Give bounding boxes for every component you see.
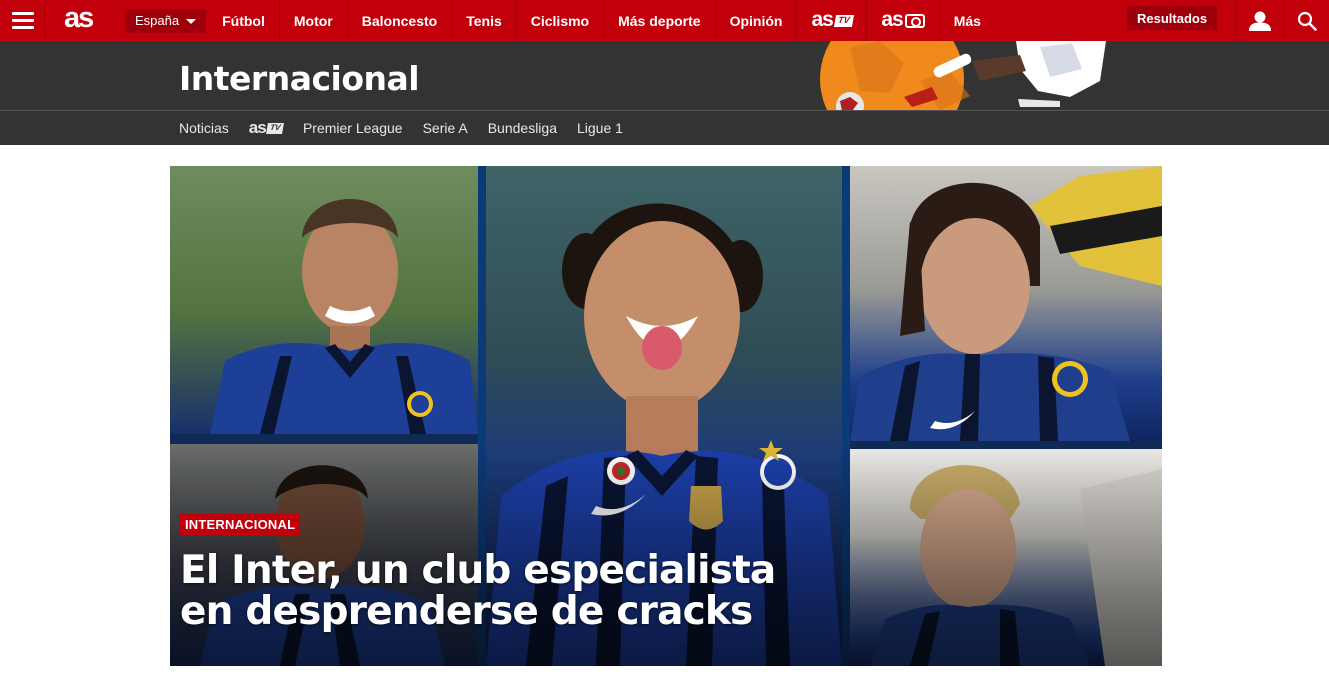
main-nav: Fútbol Motor Baloncesto Tenis Ciclismo M… (208, 0, 995, 41)
nav-item-as-tv[interactable]: as TV (797, 0, 868, 41)
top-navigation: as España Fútbol Motor Baloncesto Tenis … (0, 0, 1329, 41)
region-selector[interactable]: España (125, 8, 207, 33)
menu-icon[interactable] (0, 0, 46, 41)
subnav-item-ligue-1[interactable]: Ligue 1 (577, 120, 623, 136)
search-icon[interactable] (1283, 0, 1329, 41)
as-logo[interactable]: as (64, 0, 108, 41)
page-title: Internacional (179, 59, 420, 98)
tv-badge: TV (833, 14, 854, 27)
subnav-item-bundesliga[interactable]: Bundesliga (488, 120, 557, 136)
nav-item-mas[interactable]: Más (940, 0, 995, 41)
chevron-down-icon (186, 19, 197, 24)
nav-item-motor[interactable]: Motor (280, 0, 348, 41)
camera-icon (904, 13, 925, 28)
as-foto-logo: as (881, 7, 903, 31)
hero-article[interactable]: INTERNACIONAL El Inter, un club especial… (170, 166, 1162, 666)
as-tv-logo: as (248, 117, 267, 137)
nav-item-ciclismo[interactable]: Ciclismo (517, 0, 605, 41)
region-label: España (135, 13, 180, 28)
section-banner-image (820, 41, 1112, 110)
tv-badge: TV (265, 122, 284, 134)
subnav-item-as-tv[interactable]: as TV (248, 117, 284, 137)
section-header: Internacional (0, 41, 1329, 110)
section-tag[interactable]: INTERNACIONAL (180, 514, 301, 535)
nav-item-as-foto[interactable]: as (867, 0, 940, 41)
results-button[interactable]: Resultados (1127, 6, 1218, 30)
player-photo (850, 166, 1162, 441)
subnav-item-noticias[interactable]: Noticias (179, 120, 229, 136)
nav-item-tenis[interactable]: Tenis (452, 0, 517, 41)
nav-item-opinion[interactable]: Opinión (716, 0, 798, 41)
subnav-item-serie-a[interactable]: Serie A (423, 120, 468, 136)
section-subnav: Noticias as TV Premier League Serie A Bu… (0, 110, 1329, 145)
nav-item-baloncesto[interactable]: Baloncesto (348, 0, 453, 41)
as-tv-logo: as (811, 7, 833, 31)
user-icon[interactable] (1236, 0, 1282, 41)
subnav-item-premier-league[interactable]: Premier League (303, 120, 403, 136)
nav-item-futbol[interactable]: Fútbol (208, 0, 280, 41)
player-photo (170, 166, 478, 434)
hero-headline[interactable]: El Inter, un club especialista en despre… (180, 550, 820, 632)
nav-item-mas-deporte[interactable]: Más deporte (604, 0, 716, 41)
